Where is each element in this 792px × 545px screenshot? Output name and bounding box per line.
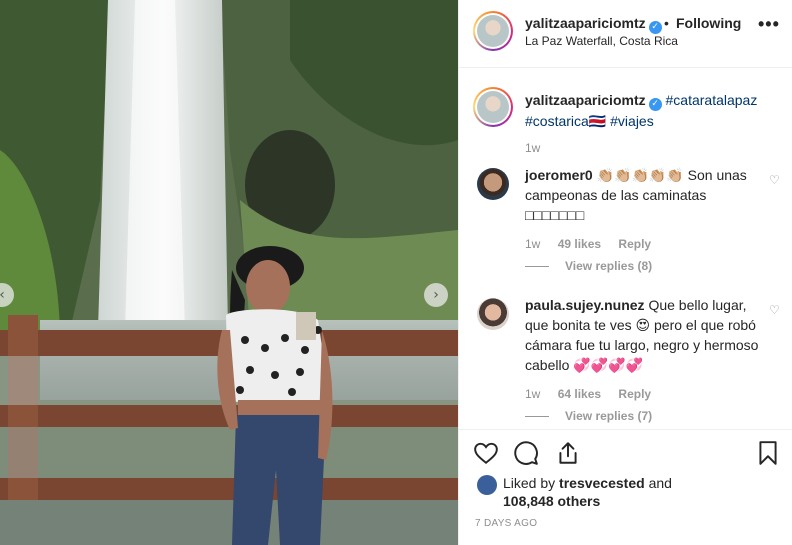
view-replies-button[interactable]: View replies (8) (525, 259, 652, 273)
caption-timestamp[interactable]: 1w (525, 141, 540, 155)
comment-reply-button[interactable]: Reply (618, 387, 651, 401)
comment-like-heart-icon[interactable]: ♡ (769, 173, 780, 187)
view-replies-button[interactable]: View replies (7) (525, 409, 652, 423)
caption-text: yalitzaapariciomtz ✓ #cataratalapaz #cost… (525, 90, 775, 131)
verified-icon: ✓ (648, 98, 662, 111)
post-side-panel: yalitzaapariciomtz ✓ • Following La Paz W… (458, 0, 792, 545)
liked-by-and: and (648, 475, 672, 491)
commenter-avatar[interactable] (477, 298, 509, 330)
share-icon[interactable] (555, 440, 581, 466)
comment-reply-button[interactable]: Reply (618, 237, 651, 251)
comment-text: paula.sujey.nunez Que bello lugar, que b… (525, 295, 763, 375)
carousel-next-button[interactable]: › (424, 283, 448, 307)
heart-icon[interactable] (473, 440, 499, 466)
following-button[interactable]: Following (676, 15, 741, 31)
comments-list[interactable]: yalitzaapariciomtz ✓ #cataratalapaz #cost… (459, 69, 792, 429)
author-avatar[interactable] (473, 11, 513, 51)
chevron-left-icon: ‹ (0, 287, 5, 303)
bookmark-icon[interactable] (755, 440, 781, 466)
post-timestamp[interactable]: 7 DAYS AGO (475, 518, 537, 529)
liker-username-link[interactable]: tresvecested (559, 475, 645, 491)
comment-likes-link[interactable]: 64 likes (558, 387, 601, 401)
comment-meta: 1w 64 likes Reply (525, 387, 651, 401)
view-replies-label: View replies (7) (565, 409, 653, 423)
liker-avatar[interactable] (477, 475, 497, 495)
more-options-icon[interactable]: ••• (758, 15, 780, 33)
liked-by-prefix: Liked by (503, 475, 556, 491)
chevron-right-icon: › (433, 287, 439, 303)
hashtag-link[interactable]: #costarica (525, 113, 589, 129)
caption-username-link[interactable]: yalitzaapariciomtz (525, 92, 646, 108)
comment-meta: 1w 49 likes Reply (525, 237, 651, 251)
hashtag-link[interactable]: #cataratalapaz (666, 92, 758, 108)
location-link[interactable]: La Paz Waterfall, Costa Rica (525, 34, 678, 48)
hashtag-link[interactable]: #viajes (610, 113, 654, 129)
comment-text: joeromer0 👏🏼👏🏼👏🏼👏🏼👏🏼 Son unas campeonas … (525, 165, 763, 225)
liked-by-text: Liked by tresvecested and 108,848 others (503, 474, 743, 510)
comment-likes-link[interactable]: 49 likes (558, 237, 601, 251)
comment-timestamp[interactable]: 1w (525, 387, 540, 401)
post-photo[interactable]: ‹ › (0, 0, 458, 545)
view-replies-label: View replies (8) (565, 259, 653, 273)
post-actions: Liked by tresvecested and 108,848 others… (459, 429, 792, 545)
flag-emoji: 🇨🇷 (588, 113, 607, 129)
caption-avatar[interactable] (473, 87, 513, 127)
separator-dot: • (664, 15, 669, 31)
comment-body-extra: □□□□□□□ (525, 207, 585, 223)
comment-icon[interactable] (513, 440, 539, 466)
post-header: yalitzaapariciomtz ✓ • Following La Paz W… (459, 0, 792, 68)
commenter-avatar[interactable] (477, 168, 509, 200)
author-username-row: yalitzaapariciomtz ✓ (525, 15, 662, 34)
likes-count-link[interactable]: 108,848 others (503, 493, 600, 509)
commenter-username-link[interactable]: paula.sujey.nunez (525, 297, 645, 313)
comment-timestamp[interactable]: 1w (525, 237, 540, 251)
comment-like-heart-icon[interactable]: ♡ (769, 303, 780, 317)
author-username-link[interactable]: yalitzaapariciomtz (525, 15, 646, 31)
commenter-username-link[interactable]: joeromer0 (525, 167, 593, 183)
waterfall-photo (0, 0, 458, 545)
verified-icon: ✓ (648, 21, 662, 34)
